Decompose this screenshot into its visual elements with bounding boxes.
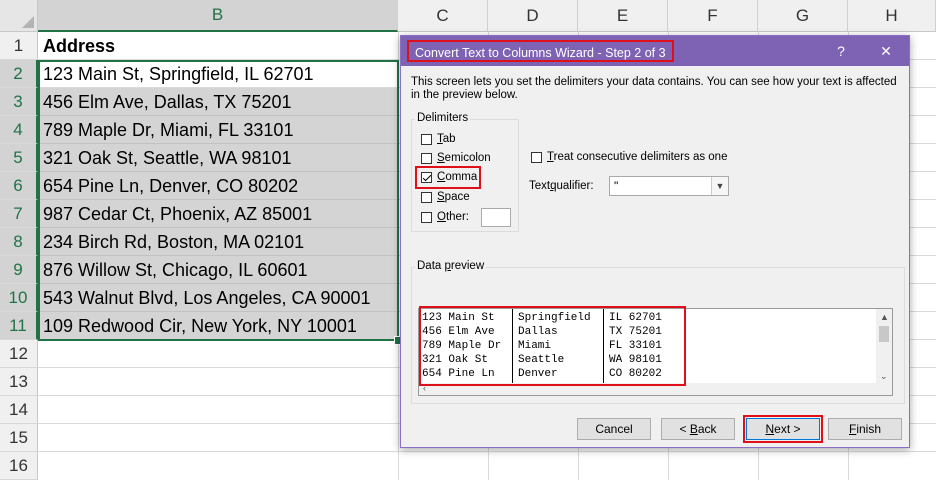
comma-highlight xyxy=(415,166,481,189)
consecutive-label: Treat consecutive delimiters as one xyxy=(547,151,728,163)
close-button[interactable]: ✕ xyxy=(871,40,901,62)
row-header-14[interactable]: 14 xyxy=(0,396,38,424)
help-button[interactable]: ? xyxy=(826,40,856,62)
scroll-up-icon[interactable]: ▲ xyxy=(880,312,889,322)
preview-vertical-scrollbar[interactable]: ▲ ⌄ xyxy=(876,309,892,385)
delimiters-label: Delimiters xyxy=(415,112,471,124)
tab-label: Tab xyxy=(437,133,456,145)
cell-b6[interactable]: 654 Pine Ln, Denver, CO 80202 xyxy=(38,172,398,200)
preview-highlight xyxy=(419,306,686,386)
space-option[interactable]: Space xyxy=(421,191,470,203)
row-header-1[interactable]: 1 xyxy=(0,32,38,60)
row-header-8[interactable]: 8 xyxy=(0,228,38,256)
dialog-titlebar[interactable]: Convert Text to Columns Wizard - Step 2 … xyxy=(401,36,909,66)
space-label: Space xyxy=(437,191,470,203)
semicolon-label: Semicolon xyxy=(437,152,491,164)
other-delimiter-input[interactable] xyxy=(481,208,511,227)
semicolon-checkbox[interactable] xyxy=(421,152,432,164)
cell-b4[interactable]: 789 Maple Dr, Miami, FL 33101 xyxy=(38,116,398,144)
text-qualifier-value: " xyxy=(614,179,619,193)
row-header-13[interactable]: 13 xyxy=(0,368,38,396)
row-header-3[interactable]: 3 xyxy=(0,88,38,116)
column-header-d[interactable]: D xyxy=(488,0,578,32)
row-header-11[interactable]: 11 xyxy=(0,312,38,340)
column-header-b[interactable]: B xyxy=(38,0,398,32)
row-header-10[interactable]: 10 xyxy=(0,284,38,312)
cell-b2[interactable]: 123 Main St, Springfield, IL 62701 xyxy=(38,60,398,88)
select-all-corner[interactable] xyxy=(0,0,38,32)
scroll-down-icon[interactable]: ⌄ xyxy=(880,371,888,382)
cancel-button[interactable]: Cancel xyxy=(577,418,651,440)
column-header-h[interactable]: H xyxy=(848,0,936,32)
column-header-f[interactable]: F xyxy=(668,0,758,32)
cell-b8[interactable]: 234 Birch Rd, Boston, MA 02101 xyxy=(38,228,398,256)
space-checkbox[interactable] xyxy=(421,191,432,203)
chevron-down-icon[interactable]: ▼ xyxy=(711,177,728,195)
row-header-4[interactable]: 4 xyxy=(0,116,38,144)
text-qualifier-label: Text q ualifier: xyxy=(529,180,594,192)
row-header-7[interactable]: 7 xyxy=(0,200,38,228)
dialog-title: Convert Text to Columns Wizard - Step 2 … xyxy=(407,40,674,62)
other-checkbox[interactable] xyxy=(421,211,432,223)
column-header-e[interactable]: E xyxy=(578,0,668,32)
row-header-9[interactable]: 9 xyxy=(0,256,38,284)
text-to-columns-dialog: Convert Text to Columns Wizard - Step 2 … xyxy=(400,35,910,448)
dialog-description: This screen lets you set the delimiters … xyxy=(411,76,897,101)
consecutive-option[interactable]: Treat consecutive delimiters as one xyxy=(531,151,727,163)
cell-b1[interactable]: Address xyxy=(38,32,398,60)
column-header-c[interactable]: C xyxy=(398,0,488,32)
column-header-g[interactable]: G xyxy=(758,0,848,32)
row-header-2[interactable]: 2 xyxy=(0,60,38,88)
cell-b7[interactable]: 987 Cedar Ct, Phoenix, AZ 85001 xyxy=(38,200,398,228)
finish-button[interactable]: Finish xyxy=(828,418,902,440)
data-preview-label: Data preview xyxy=(415,260,487,272)
consecutive-checkbox[interactable] xyxy=(531,151,542,163)
row-header-12[interactable]: 12 xyxy=(0,340,38,368)
tab-option[interactable]: Tab xyxy=(421,133,456,145)
scrollbar-thumb[interactable] xyxy=(879,326,889,342)
semicolon-option[interactable]: Semicolon xyxy=(421,152,491,164)
cell-b11[interactable]: 109 Redwood Cir, New York, NY 10001 xyxy=(38,312,398,340)
row-header-6[interactable]: 6 xyxy=(0,172,38,200)
cell-b9[interactable]: 876 Willow St, Chicago, IL 60601 xyxy=(38,256,398,284)
other-option[interactable]: Other: xyxy=(421,211,469,223)
next-highlight xyxy=(743,415,823,443)
back-button[interactable]: < Back xyxy=(661,418,735,440)
cell-b3[interactable]: 456 Elm Ave, Dallas, TX 75201 xyxy=(38,88,398,116)
row-header-5[interactable]: 5 xyxy=(0,144,38,172)
tab-checkbox[interactable] xyxy=(421,133,432,145)
other-label: Other: xyxy=(437,211,469,223)
cell-b5[interactable]: 321 Oak St, Seattle, WA 98101 xyxy=(38,144,398,172)
row-header-16[interactable]: 16 xyxy=(0,452,38,480)
text-qualifier-select[interactable]: " ▼ xyxy=(609,176,729,196)
cell-b10[interactable]: 543 Walnut Blvd, Los Angeles, CA 90001 xyxy=(38,284,398,312)
row-header-15[interactable]: 15 xyxy=(0,424,38,452)
